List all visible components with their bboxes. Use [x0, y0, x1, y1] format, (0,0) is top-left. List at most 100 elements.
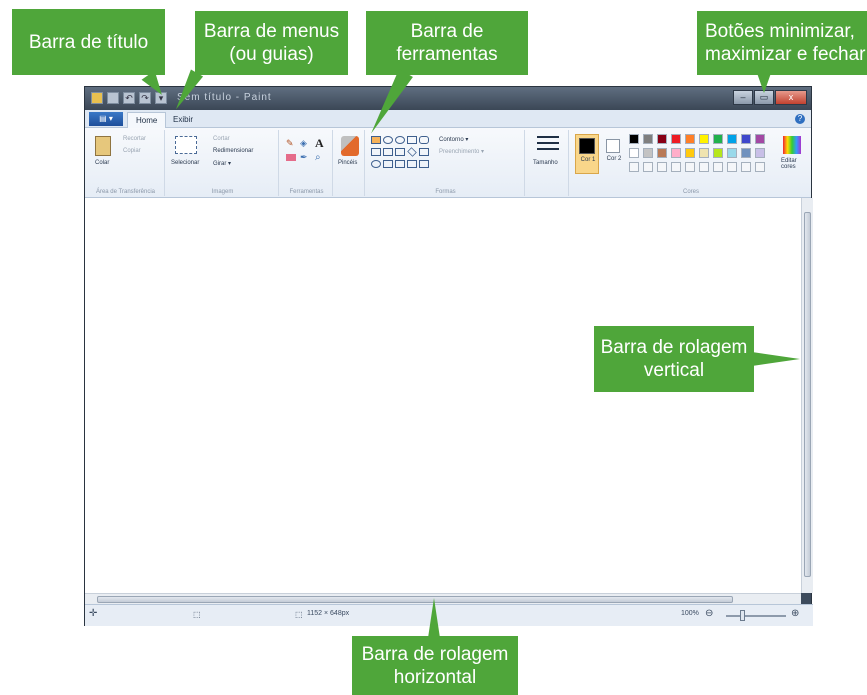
size-button-label[interactable]: Tamanho	[533, 160, 558, 166]
right-triangle-shape-icon[interactable]	[395, 148, 405, 156]
palette-swatch[interactable]	[685, 134, 695, 144]
pentagon-shape-icon[interactable]	[419, 148, 429, 156]
paste-icon[interactable]	[95, 136, 111, 156]
palette-swatch[interactable]	[671, 134, 681, 144]
select-icon[interactable]	[175, 136, 197, 154]
rectangle-shape-icon[interactable]	[407, 136, 417, 144]
custom-color-slot[interactable]	[713, 162, 723, 172]
color1-swatch	[579, 138, 595, 154]
custom-color-slot[interactable]	[671, 162, 681, 172]
palette-swatch[interactable]	[713, 148, 723, 158]
eraser-icon[interactable]	[286, 154, 296, 161]
size-icon[interactable]	[537, 136, 559, 154]
undo-icon[interactable]: ↶	[123, 92, 135, 104]
horizontal-scroll-thumb[interactable]	[97, 596, 733, 603]
color-picker-icon[interactable]: ✒	[300, 152, 308, 163]
tab-home[interactable]: Home	[127, 112, 167, 128]
zoom-out-button[interactable]: ⊖	[705, 608, 713, 619]
cut-button[interactable]: Recortar	[123, 136, 146, 142]
custom-color-slot[interactable]	[685, 162, 695, 172]
zoom-in-button[interactable]: ⊕	[791, 608, 799, 619]
vertical-scrollbar[interactable]	[801, 198, 813, 593]
resize-button[interactable]: Redimensionar	[213, 148, 253, 154]
palette-swatch[interactable]	[755, 134, 765, 144]
rotate-button[interactable]: Girar ▾	[213, 160, 231, 167]
menu-bar: ▤ ▾ Home Exibir ?	[85, 110, 811, 128]
palette-swatch[interactable]	[699, 134, 709, 144]
palette-swatch[interactable]	[741, 134, 751, 144]
edit-colors-icon[interactable]	[783, 136, 801, 154]
palette-swatch[interactable]	[657, 134, 667, 144]
minimize-button[interactable]: –	[733, 90, 753, 105]
paste-button-label[interactable]: Colar	[95, 160, 109, 166]
palette-swatch[interactable]	[629, 148, 639, 158]
palette-swatch[interactable]	[685, 148, 695, 158]
save-icon[interactable]	[107, 92, 119, 104]
redo-icon[interactable]: ↷	[139, 92, 151, 104]
horizontal-scrollbar[interactable]	[85, 593, 801, 604]
zoom-slider[interactable]	[726, 615, 786, 617]
palette-swatch[interactable]	[657, 148, 667, 158]
palette-swatch[interactable]	[755, 148, 765, 158]
palette-swatch[interactable]	[727, 134, 737, 144]
select-button[interactable]: Selecionar	[171, 160, 199, 166]
color1-button[interactable]: Cor 1	[575, 134, 599, 174]
zoom-level: 100%	[681, 610, 699, 617]
hexagon-shape-icon[interactable]	[371, 160, 381, 168]
custom-color-slot[interactable]	[741, 162, 751, 172]
paint-app-icon[interactable]	[91, 92, 103, 104]
brushes-button-label[interactable]: Pincéis	[338, 160, 357, 166]
oval-shape-icon[interactable]	[395, 136, 405, 144]
brush-icon[interactable]	[341, 136, 359, 156]
fill-icon[interactable]: ◈	[300, 138, 310, 148]
palette-swatch[interactable]	[699, 148, 709, 158]
vertical-scroll-thumb[interactable]	[804, 212, 811, 577]
right-arrow-shape-icon[interactable]	[383, 160, 393, 168]
close-button[interactable]: x	[775, 90, 807, 105]
drawing-canvas[interactable]	[85, 198, 801, 593]
magnifier-icon[interactable]: ⌕	[315, 152, 321, 163]
ribbon-toolbar: Colar Recortar Copiar Área de Transferên…	[85, 128, 811, 198]
canvas-size-text: 1152 × 648px	[307, 610, 350, 617]
diamond-shape-icon[interactable]	[407, 147, 417, 157]
tab-view[interactable]: Exibir	[165, 112, 201, 128]
custom-color-slot[interactable]	[657, 162, 667, 172]
palette-swatch[interactable]	[629, 134, 639, 144]
line-shape-icon[interactable]	[371, 136, 381, 144]
curve-shape-icon[interactable]	[383, 136, 393, 144]
help-button[interactable]: ?	[795, 114, 805, 124]
zoom-slider-knob[interactable]	[740, 610, 745, 621]
custom-color-slot[interactable]	[755, 162, 765, 172]
callout-vscroll-line2: vertical	[643, 360, 705, 381]
triangle-shape-icon[interactable]	[383, 148, 393, 156]
callout-title-bar-text: Barra de título	[28, 31, 149, 53]
palette-swatch[interactable]	[643, 148, 653, 158]
copy-button[interactable]: Copiar	[123, 148, 141, 154]
up-arrow-shape-icon[interactable]	[407, 160, 417, 168]
fill-dropdown[interactable]: Preenchimento ▾	[439, 148, 484, 155]
polygon-shape-icon[interactable]	[371, 148, 381, 156]
palette-swatch[interactable]	[713, 134, 723, 144]
crop-button[interactable]: Cortar	[213, 136, 230, 142]
outline-dropdown[interactable]: Contorno ▾	[439, 136, 468, 143]
status-bar: ✛ ⬚ ⬚ 1152 × 648px 100% ⊖ ⊕	[85, 604, 813, 626]
shapes-group-label: Formas	[435, 189, 456, 195]
left-arrow-shape-icon[interactable]	[395, 160, 405, 168]
callout-window-buttons: Botões minimizar, maximizar e fechar	[697, 11, 867, 75]
file-menu-button[interactable]: ▤ ▾	[89, 112, 123, 126]
edit-colors-button[interactable]: Editar cores	[781, 158, 805, 170]
palette-swatch[interactable]	[671, 148, 681, 158]
palette-swatch[interactable]	[643, 134, 653, 144]
color2-button[interactable]: Cor 2	[603, 134, 625, 174]
custom-color-slot[interactable]	[727, 162, 737, 172]
pencil-icon[interactable]: ✎	[286, 138, 296, 148]
rounded-rectangle-shape-icon[interactable]	[419, 136, 429, 144]
custom-color-slot[interactable]	[643, 162, 653, 172]
custom-color-slot[interactable]	[629, 162, 639, 172]
custom-color-slot[interactable]	[699, 162, 709, 172]
palette-swatch[interactable]	[727, 148, 737, 158]
palette-swatch[interactable]	[741, 148, 751, 158]
text-icon[interactable]: A	[315, 136, 324, 151]
tools-group: ✎ ◈ A ✒ ⌕ Ferramentas	[281, 130, 333, 196]
down-arrow-shape-icon[interactable]	[419, 160, 429, 168]
